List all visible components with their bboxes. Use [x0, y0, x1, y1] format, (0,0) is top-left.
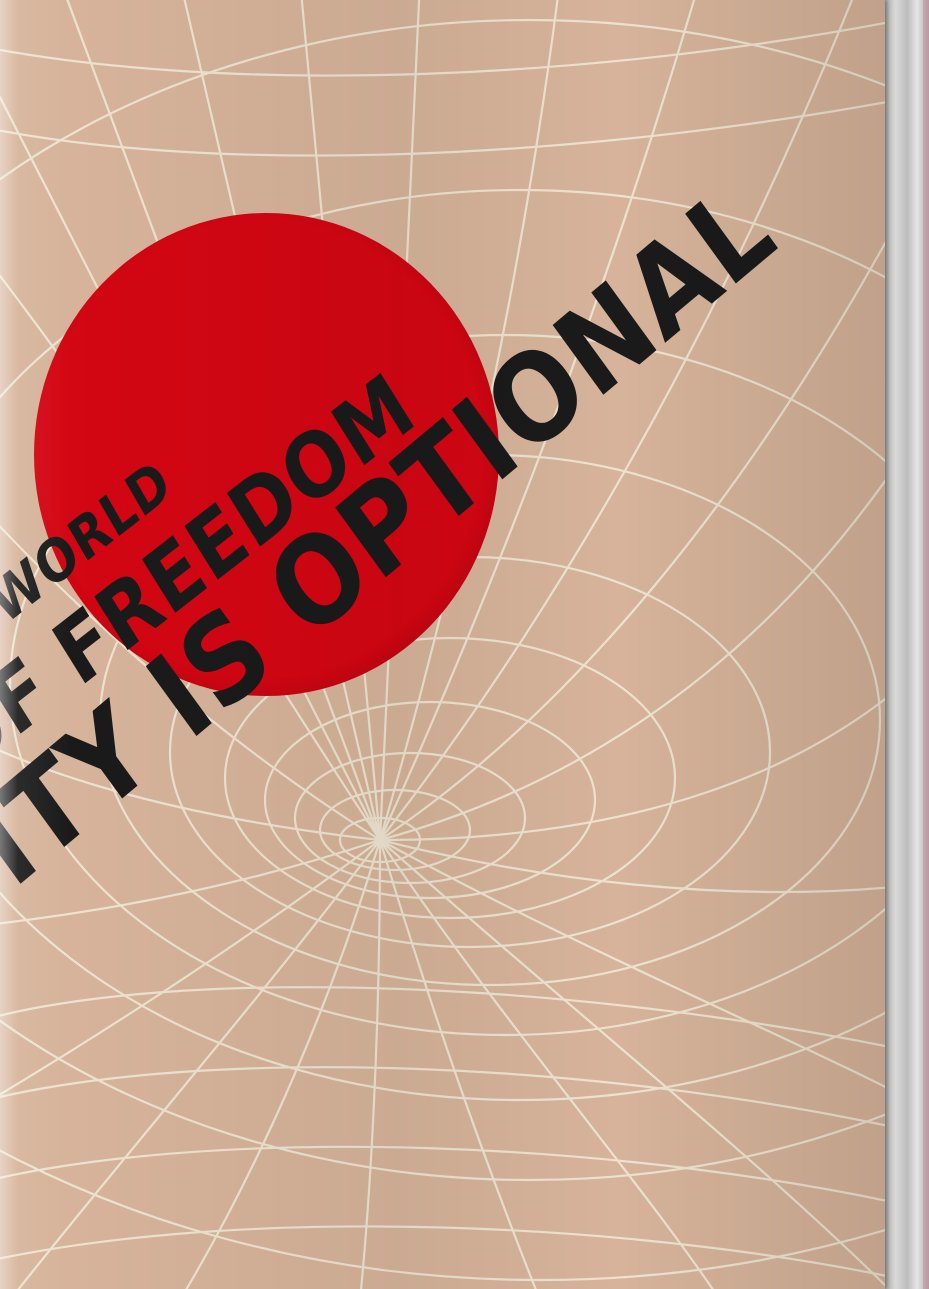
book-page-edges [881, 0, 929, 1289]
spine-highlight [0, 0, 18, 1289]
background-sliver [923, 0, 929, 1289]
book-cover: WORLD OF FREEDOM VITY IS OPTIONAL [0, 0, 885, 1289]
title-text-group: WORLD OF FREEDOM VITY IS OPTIONAL [0, 0, 885, 1289]
